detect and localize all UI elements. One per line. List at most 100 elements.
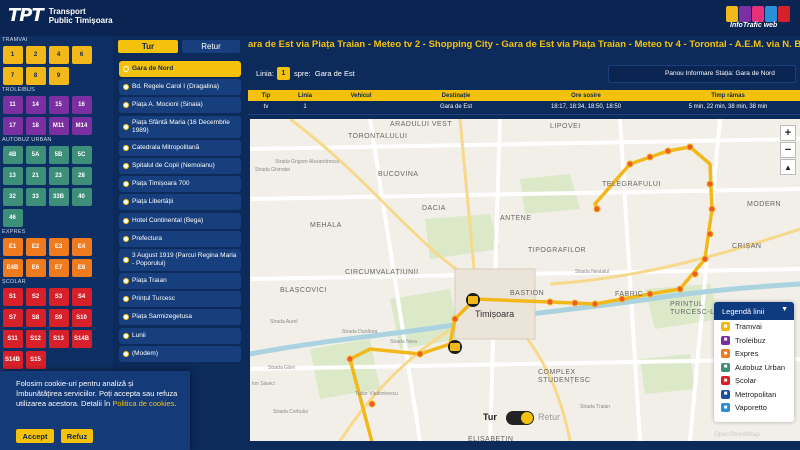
line-button[interactable]: S14B bbox=[2, 350, 23, 369]
map-label: LIPOVEI bbox=[550, 123, 581, 130]
stop-item[interactable]: Spitalul de Copii (Nemoianu) bbox=[119, 157, 241, 174]
stop-label: Spitalul de Copii (Nemoianu) bbox=[132, 161, 215, 169]
stop-label: Prefectura bbox=[132, 234, 162, 242]
line-button[interactable]: 4 bbox=[48, 45, 69, 64]
stop-item[interactable]: 3 August 1919 (Parcul Regina Maria - Pop… bbox=[119, 248, 241, 271]
table-row[interactable]: tv 1 Gara de Est 18:17, 18:34, 18:50, 18:50… bbox=[248, 101, 800, 115]
legend-header[interactable]: Legendă linii ▼ bbox=[714, 302, 794, 320]
line-button[interactable]: 18 bbox=[25, 116, 46, 135]
line-button[interactable]: S13 bbox=[48, 329, 69, 348]
stop-item[interactable]: Piața Traian bbox=[119, 273, 241, 290]
stop-item[interactable]: Gara de Nord bbox=[119, 61, 241, 77]
stop-item[interactable]: Bd. Regele Carol I (Dragalina) bbox=[119, 79, 241, 96]
line-button[interactable]: S15 bbox=[25, 350, 46, 369]
stop-item[interactable]: Catedrala Mitropolitană bbox=[119, 139, 241, 156]
line-button[interactable]: 1 bbox=[2, 45, 23, 64]
map-label: Strada Corbului bbox=[273, 409, 308, 415]
infotrafic-logo[interactable]: InfoTrafic web bbox=[724, 2, 794, 34]
line-button[interactable]: S12 bbox=[25, 329, 46, 348]
line-button[interactable]: 5B bbox=[48, 145, 69, 164]
cookie-policy-link[interactable]: Politica de cookies bbox=[112, 399, 174, 408]
line-button[interactable]: 11 bbox=[2, 95, 23, 114]
line-button[interactable]: 6 bbox=[71, 45, 92, 64]
line-button[interactable]: 16 bbox=[71, 95, 92, 114]
stop-item[interactable]: Piața Sfântă Maria (16 Decembrie 1989) bbox=[119, 115, 241, 138]
line-badge: 1 bbox=[277, 67, 290, 80]
tab-tur[interactable]: Tur bbox=[118, 40, 178, 53]
line-legend[interactable]: Legendă linii ▼ ■ Tramvai ■ Troleibuz ■ Expre… bbox=[714, 302, 794, 422]
line-button[interactable]: 46 bbox=[2, 208, 23, 227]
stop-dot-icon bbox=[123, 314, 129, 321]
line-button[interactable]: 5C bbox=[71, 145, 92, 164]
line-button[interactable]: E3 bbox=[48, 237, 69, 256]
line-button[interactable]: 5A bbox=[25, 145, 46, 164]
line-button[interactable]: S11 bbox=[2, 329, 23, 348]
line-button[interactable]: 15 bbox=[48, 95, 69, 114]
line-button[interactable]: 7 bbox=[2, 66, 23, 85]
stop-item[interactable]: (Modem) bbox=[119, 345, 241, 362]
stop-dot-icon bbox=[123, 278, 129, 285]
stop-item[interactable]: Piața Sarmizegetusa bbox=[119, 309, 241, 326]
stop-label: Prințul Turcesc bbox=[132, 295, 175, 303]
line-button[interactable]: E8 bbox=[71, 258, 92, 277]
map-attribution[interactable]: OpenStreetMap bbox=[714, 431, 760, 438]
stop-item[interactable]: Piața Timișoara 700 bbox=[119, 176, 241, 193]
compass-icon[interactable]: ▲ bbox=[780, 159, 796, 175]
stop-item[interactable]: Piața Libertății bbox=[119, 194, 241, 211]
line-button[interactable]: 32 bbox=[2, 187, 23, 206]
zoom-out-button[interactable]: − bbox=[780, 142, 796, 158]
line-button[interactable]: 28 bbox=[71, 166, 92, 185]
panou-informare: Panou Informare Stația: Gara de Nord bbox=[665, 70, 775, 77]
line-button[interactable]: S7 bbox=[2, 308, 23, 327]
line-button[interactable]: M11 bbox=[48, 116, 69, 135]
line-button[interactable]: 8 bbox=[25, 66, 46, 85]
line-button[interactable]: 17 bbox=[2, 116, 23, 135]
stop-item[interactable]: Prefectura bbox=[119, 230, 241, 247]
line-button[interactable]: S1 bbox=[2, 287, 23, 306]
stop-item[interactable]: Prințul Turcesc bbox=[119, 291, 241, 308]
line-button[interactable]: S9 bbox=[48, 308, 69, 327]
toggle-switch[interactable] bbox=[506, 411, 534, 425]
vehicle-icon: ■ bbox=[721, 349, 730, 359]
stop-dot-icon bbox=[123, 199, 129, 206]
line-button[interactable]: E4B bbox=[2, 258, 23, 277]
stop-item[interactable]: Piața A. Mocioni (Sinaia) bbox=[119, 97, 241, 114]
direction-toggle[interactable]: Tur Retur bbox=[483, 409, 567, 427]
tpt-logo[interactable]: TPT Transport Public Timișoara bbox=[8, 5, 113, 26]
line-button[interactable]: S8 bbox=[25, 308, 46, 327]
line-button[interactable]: S14B bbox=[71, 329, 92, 348]
line-button[interactable]: M14 bbox=[71, 116, 92, 135]
tab-retur[interactable]: Retur bbox=[182, 40, 240, 53]
line-button[interactable]: S2 bbox=[25, 287, 46, 306]
line-button[interactable]: 9 bbox=[48, 66, 69, 85]
line-button[interactable]: 23 bbox=[48, 166, 69, 185]
line-button[interactable]: E6 bbox=[25, 258, 46, 277]
destination-name: Gara de Est bbox=[314, 69, 355, 78]
line-button[interactable]: 40 bbox=[71, 187, 92, 206]
legend-item: ■ Expres bbox=[714, 347, 794, 361]
zoom-in-button[interactable]: + bbox=[780, 125, 796, 141]
stop-item[interactable]: Hotel Continental (Bega) bbox=[119, 212, 241, 229]
line-button-grid: 1246 789 bbox=[0, 44, 113, 86]
line-button[interactable]: S10 bbox=[71, 308, 92, 327]
line-button[interactable]: E7 bbox=[48, 258, 69, 277]
line-button[interactable]: S3 bbox=[48, 287, 69, 306]
line-button[interactable]: 21 bbox=[25, 166, 46, 185]
line-button[interactable]: E4 bbox=[71, 237, 92, 256]
line-button[interactable]: 33B bbox=[48, 187, 69, 206]
line-button[interactable]: 33 bbox=[25, 187, 46, 206]
legend-label: Troleibuz bbox=[735, 335, 766, 345]
line-button[interactable]: 2 bbox=[25, 45, 46, 64]
line-button[interactable]: 4B bbox=[2, 145, 23, 164]
column-header: Vehicul bbox=[326, 90, 396, 101]
stop-item[interactable]: Lunii bbox=[119, 327, 241, 344]
line-button[interactable]: 14 bbox=[25, 95, 46, 114]
map-label: Tudor Vladimirescu bbox=[355, 391, 398, 397]
stop-label: Piața Traian bbox=[132, 277, 167, 285]
line-button[interactable]: 13 bbox=[2, 166, 23, 185]
line-button[interactable]: E2 bbox=[25, 237, 46, 256]
line-button[interactable]: S4 bbox=[71, 287, 92, 306]
line-button[interactable]: E1 bbox=[2, 237, 23, 256]
accept-button[interactable]: Accept bbox=[16, 429, 54, 443]
refuse-button[interactable]: Refuz bbox=[61, 429, 93, 443]
